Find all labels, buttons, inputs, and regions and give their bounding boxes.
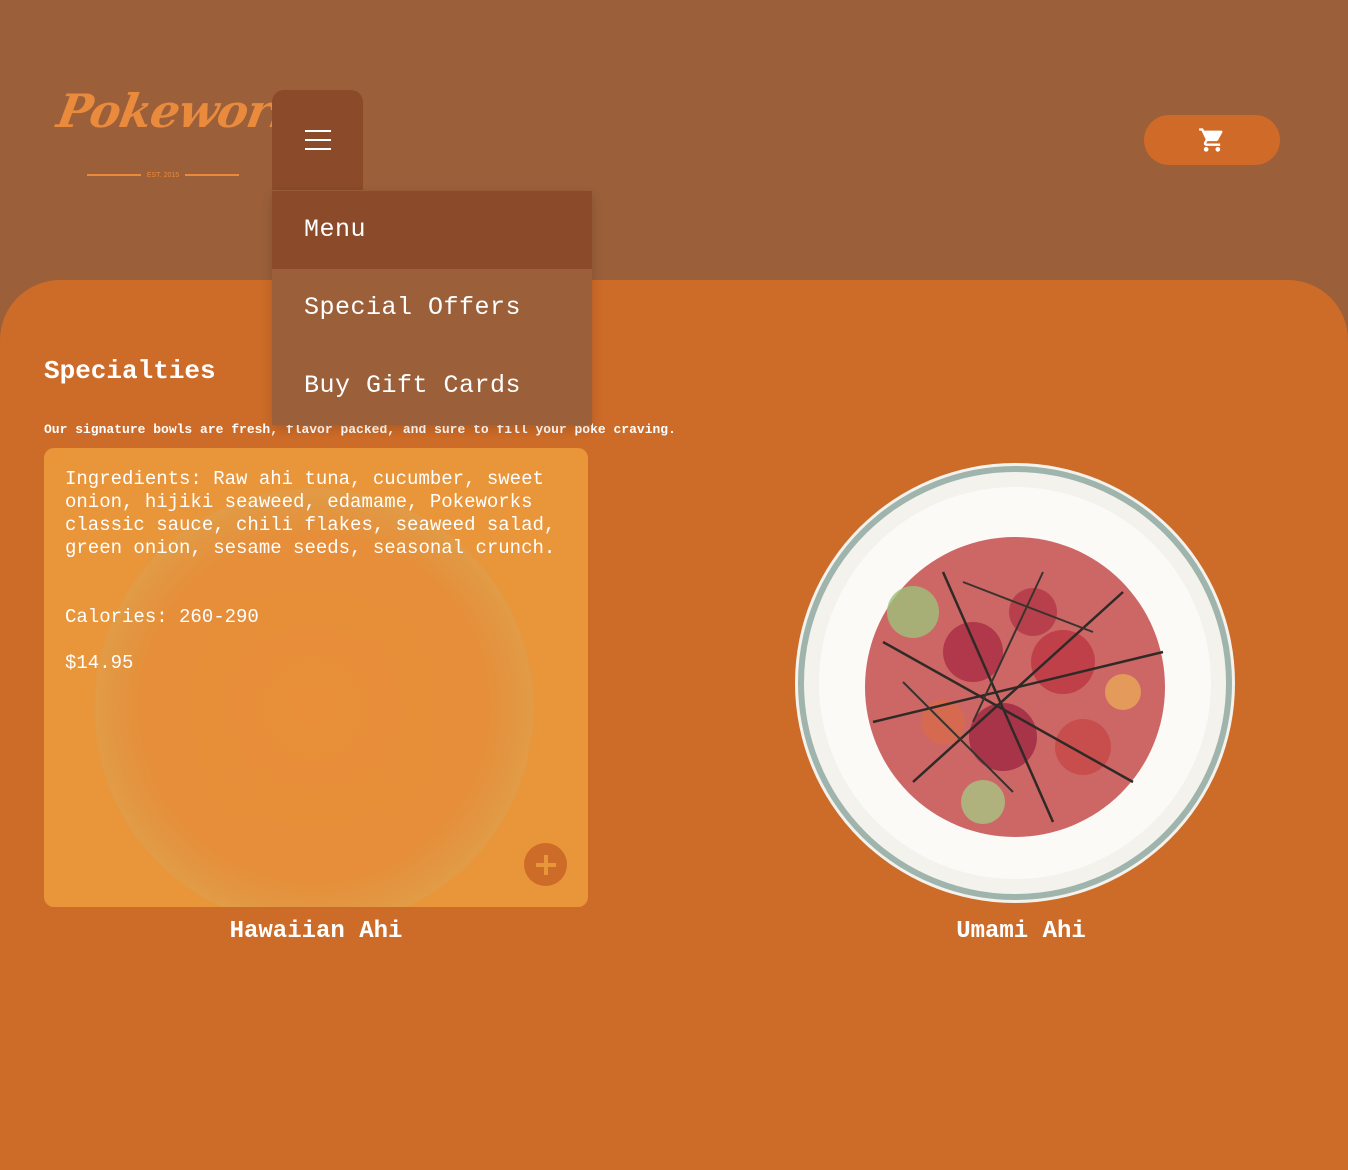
add-to-cart-button[interactable] <box>524 843 567 886</box>
product-card-hawaiian-ahi[interactable]: Ingredients: Raw ahi tuna, cucumber, swe… <box>44 448 588 907</box>
product-price: $14.95 <box>65 652 134 674</box>
hamburger-icon <box>304 130 331 150</box>
product-ingredients: Ingredients: Raw ahi tuna, cucumber, swe… <box>65 468 556 559</box>
product-name[interactable]: Umami Ahi <box>793 918 1249 945</box>
logo-est: EST. 2015 <box>80 172 246 179</box>
product-name[interactable]: Hawaiian Ahi <box>44 918 588 945</box>
nav-item-menu[interactable]: Menu <box>272 191 592 269</box>
pokeworks-logo[interactable]: Pokeworks EST. 2015 <box>53 80 331 200</box>
cart-button[interactable] <box>1144 115 1280 165</box>
section-title: Specialties <box>44 356 216 386</box>
umami-ahi-bowl-image[interactable] <box>793 462 1237 904</box>
cart-icon <box>1199 128 1223 152</box>
product-calories: Calories: 260-290 <box>65 606 259 628</box>
plus-icon <box>535 854 556 875</box>
nav-item-gift-cards[interactable]: Buy Gift Cards <box>272 347 592 425</box>
menu-toggle-button[interactable] <box>272 90 363 190</box>
site-header: Pokeworks EST. 2015 <box>0 0 1348 280</box>
nav-item-special-offers[interactable]: Special Offers <box>272 269 592 347</box>
nav-dropdown: Menu Special Offers Buy Gift Cards <box>272 191 592 425</box>
